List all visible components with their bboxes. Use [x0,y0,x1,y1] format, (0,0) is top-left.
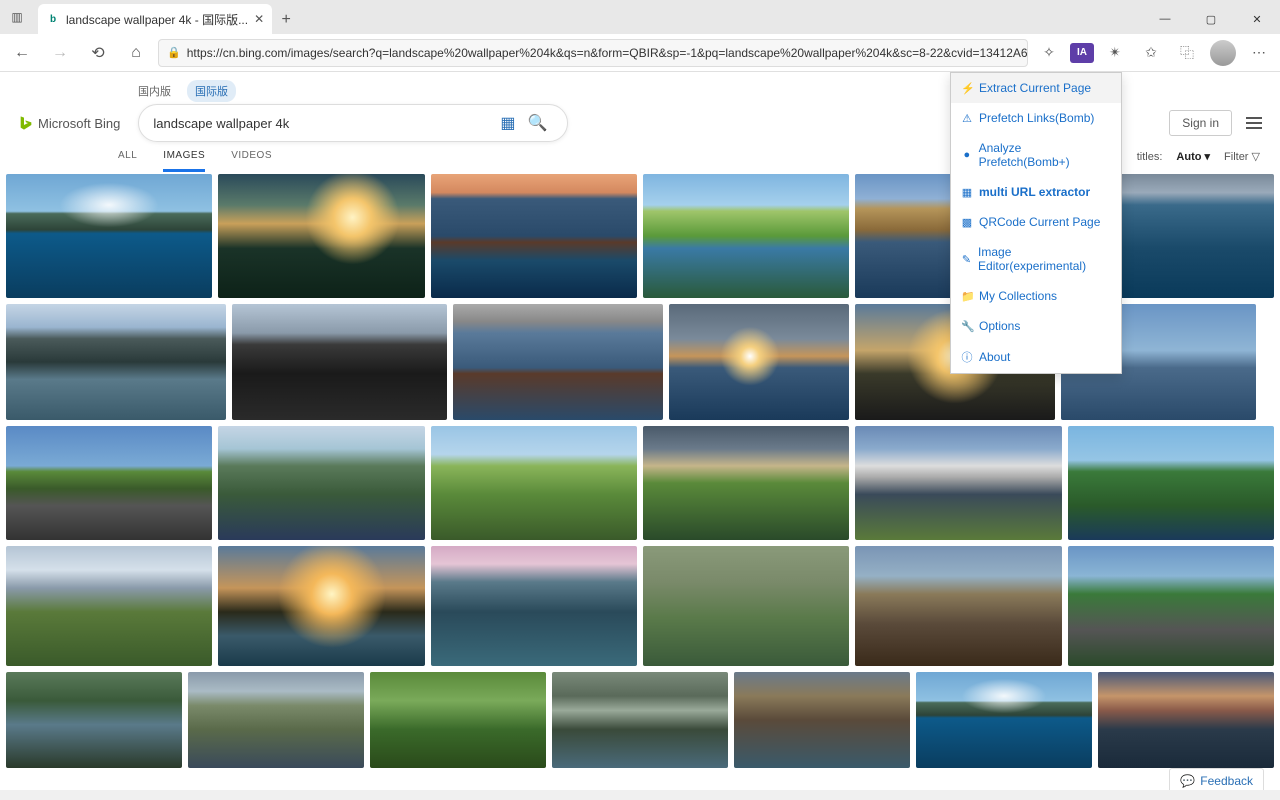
browser-tab[interactable]: b landscape wallpaper 4k - 国际版... ✕ [38,4,272,34]
chat-icon: 💬 [1180,774,1195,788]
menu-my-collections[interactable]: 📁My Collections [951,281,1121,311]
collections-button[interactable]: ⿻ [1172,38,1202,68]
image-result[interactable] [431,174,637,298]
bing-logo[interactable]: Microsoft Bing [18,115,120,131]
search-input[interactable] [153,116,494,131]
favorites-button[interactable]: ✩ [1136,38,1166,68]
window-title-bar: ▥ b landscape wallpaper 4k - 国际版... ✕ + … [0,0,1280,34]
image-result[interactable] [370,672,546,768]
region-switch: 国内版 国际版 [130,80,236,102]
image-result[interactable] [218,174,424,298]
image-result[interactable] [855,426,1061,540]
refresh-button[interactable]: ⟲ [82,37,114,69]
menu-extract-current-page[interactable]: ⚡Extract Current Page [951,73,1121,103]
image-result[interactable] [6,672,182,768]
bing-favicon: b [46,12,60,26]
address-bar: ← → ⟲ ⌂ 🔒 https://cn.bing.com/images/sea… [0,34,1280,72]
tab-images[interactable]: IMAGES [163,150,205,172]
minimize-button[interactable]: — [1142,4,1188,34]
menu-options[interactable]: 🔧Options [951,311,1121,341]
search-icon[interactable]: 🔍 [521,113,553,133]
image-result[interactable] [218,546,424,666]
image-assistant-extension-button[interactable]: IA [1070,43,1094,63]
region-international[interactable]: 国际版 [187,80,236,102]
results-toolbar: titles: Auto ▾ Filter ▽ [1137,150,1260,163]
image-result[interactable] [6,546,212,666]
bomb-icon: ● [961,149,973,161]
warning-icon: ⚠ [961,112,973,125]
menu-multi-url-extractor[interactable]: ▦multi URL extractor [951,177,1121,207]
visual-search-icon[interactable]: ▦ [494,113,521,133]
menu-qrcode[interactable]: ▩QRCode Current Page [951,207,1121,237]
search-box[interactable]: ▦ 🔍 [138,104,568,142]
image-result[interactable] [6,174,212,298]
image-result[interactable] [6,304,226,420]
search-scope-tabs: ALL IMAGES VIDEOS [118,150,272,172]
image-result[interactable] [6,426,212,540]
info-icon: ⓘ [961,349,973,365]
menu-analyze-prefetch[interactable]: ●Analyze Prefetch(Bomb+) [951,133,1121,177]
new-tab-button[interactable]: + [272,6,300,34]
image-result[interactable] [916,672,1092,768]
image-assistant-menu: ⚡Extract Current Page ⚠Prefetch Links(Bo… [950,72,1122,374]
image-result[interactable] [643,174,849,298]
titles-value[interactable]: Auto ▾ [1176,150,1210,163]
image-result[interactable] [734,672,910,768]
close-window-button[interactable]: ✕ [1234,4,1280,34]
image-result[interactable] [218,426,424,540]
horizontal-scrollbar[interactable] [0,790,1280,800]
edit-icon: ✎ [961,253,972,266]
image-result[interactable] [855,546,1061,666]
image-result[interactable] [1068,546,1274,666]
image-result[interactable] [232,304,447,420]
image-result[interactable] [431,546,637,666]
tab-videos[interactable]: VIDEOS [231,150,272,172]
forward-button[interactable]: → [44,37,76,69]
lock-icon: 🔒 [167,46,181,59]
maximize-button[interactable]: ▢ [1188,4,1234,34]
image-result[interactable] [552,672,728,768]
signin-button[interactable]: Sign in [1169,110,1232,136]
image-result[interactable] [669,304,849,420]
browser-menu-button[interactable]: ⋯ [1244,38,1274,68]
page-content: 国内版 国际版 Microsoft Bing ▦ 🔍 Sign in ALL I… [0,72,1280,800]
tab-title: landscape wallpaper 4k - 国际版... [66,11,248,28]
menu-image-editor[interactable]: ✎Image Editor(experimental) [951,237,1121,281]
image-result[interactable] [643,546,849,666]
filter-button[interactable]: Filter ▽ [1224,150,1260,163]
home-button[interactable]: ⌂ [120,37,152,69]
close-tab-icon[interactable]: ✕ [254,12,264,26]
titles-label: titles: [1137,151,1163,163]
image-result[interactable] [431,426,637,540]
image-result[interactable] [453,304,663,420]
profile-avatar[interactable] [1208,38,1238,68]
bolt-icon: ⚡ [961,82,973,95]
wrench-icon: 🔧 [961,320,973,333]
image-result[interactable] [1098,672,1274,768]
hamburger-menu-button[interactable] [1246,117,1262,129]
image-result[interactable] [643,426,849,540]
menu-about[interactable]: ⓘAbout [951,341,1121,373]
extensions-button[interactable]: ✴ [1100,38,1130,68]
list-icon: ▦ [961,186,973,199]
image-result[interactable] [188,672,364,768]
menu-prefetch-links[interactable]: ⚠Prefetch Links(Bomb) [951,103,1121,133]
logo-text: Microsoft Bing [38,116,120,131]
tracking-prevention-icon[interactable]: ✧ [1034,38,1064,68]
image-result[interactable] [1068,426,1274,540]
tab-all[interactable]: ALL [118,150,137,172]
back-button[interactable]: ← [6,37,38,69]
bing-logo-icon [18,115,34,131]
region-domestic[interactable]: 国内版 [130,80,179,102]
tab-actions-button[interactable]: ▥ [0,0,34,34]
url-text: https://cn.bing.com/images/search?q=land… [187,46,1028,60]
folder-icon: 📁 [961,290,973,303]
qrcode-icon: ▩ [961,216,973,229]
url-field[interactable]: 🔒 https://cn.bing.com/images/search?q=la… [158,39,1028,67]
